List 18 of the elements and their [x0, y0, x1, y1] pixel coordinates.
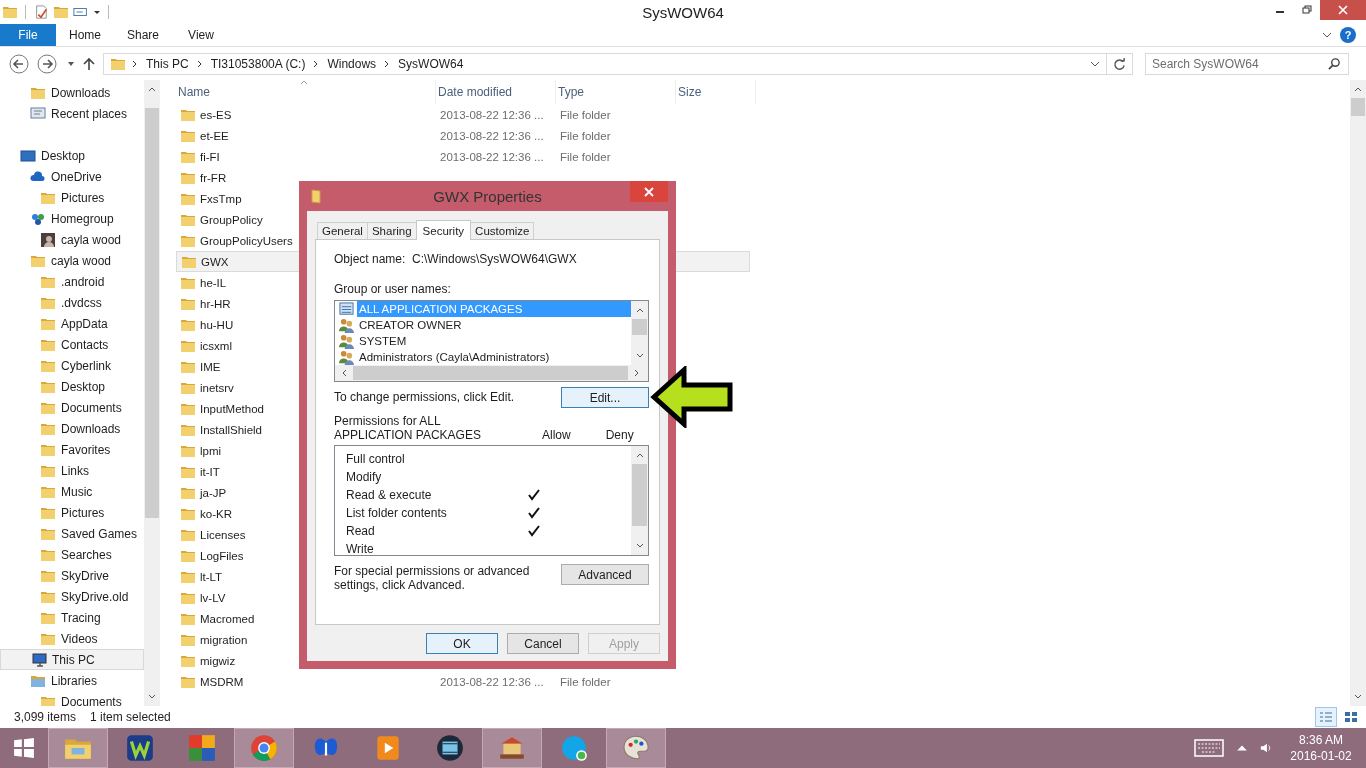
permission-name: Read — [346, 524, 376, 538]
permission-name: Write — [346, 542, 375, 555]
permissions-label: Permissions for ALL APPLICATION PACKAGES — [334, 414, 482, 442]
object-name-value: C:\Windows\SysWOW64\GWX — [412, 252, 577, 266]
object-name-label: Object name: — [334, 252, 407, 266]
allow-header: Allow — [542, 428, 571, 442]
dialog-title: GWX Properties — [433, 187, 542, 205]
deny-header: Deny — [605, 428, 634, 442]
selection-count: 1 item selected — [90, 710, 171, 724]
advanced-hint: For special permissions or advanced settings, click Advanced. — [334, 564, 531, 592]
item-count: 3,099 items — [14, 710, 77, 724]
permission-name: List folder contents — [346, 506, 448, 520]
permission-name: Read & execute — [346, 488, 433, 502]
change-hint: To change permissions, click Edit. — [334, 390, 515, 404]
groups-label: Group or user names: — [334, 282, 452, 296]
window-title: SysWOW64 — [642, 3, 724, 21]
permission-name: Modify — [346, 470, 383, 484]
permission-name: Full control — [346, 452, 406, 466]
